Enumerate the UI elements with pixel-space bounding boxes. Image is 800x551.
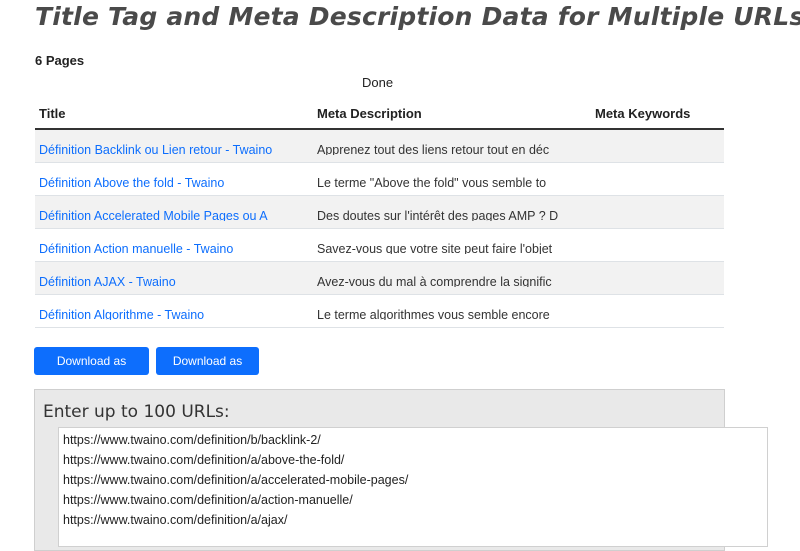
title-link[interactable]: Définition AJAX - Twaino	[39, 274, 297, 287]
download-html-button[interactable]: Download as HTML	[34, 347, 149, 396]
meta-description-cell: Apprenez tout des liens retour tout en d…	[317, 143, 550, 155]
title-link[interactable]: Définition Accelerated Mobile Pages ou A	[39, 208, 297, 221]
column-header-meta-keywords: Meta Keywords	[595, 106, 691, 121]
url-line: https://www.twaino.com/definition/a/ajax…	[63, 513, 288, 527]
title-link[interactable]: Définition Action manuelle - Twaino	[39, 241, 297, 254]
title-link[interactable]: Définition Above the fold - Twaino	[39, 175, 297, 188]
page-title: Title Tag and Meta Description Data for …	[35, 2, 800, 31]
url-line: https://www.twaino.com/definition/a/acce…	[63, 473, 409, 487]
table-row: Définition Action manuelle - Twaino Save…	[35, 229, 724, 262]
url-input-panel: Enter up to 100 URLs: https://www.twaino…	[34, 389, 768, 551]
meta-description-cell: Des doutes sur l'intérêt des pages AMP ?…	[317, 209, 559, 221]
meta-description-cell: Avez-vous du mal à comprendre la signifi…	[317, 275, 552, 287]
page-count: 6 Pages	[35, 53, 85, 68]
status-text: Done	[362, 75, 394, 90]
table-row: Définition Above the fold - Twaino Le te…	[35, 163, 724, 196]
url-line: https://www.twaino.com/definition/a/abov…	[63, 453, 345, 467]
column-header-title: Title	[39, 106, 66, 121]
title-link[interactable]: Définition Backlink ou Lien retour - Twa…	[39, 142, 297, 155]
meta-description-cell: Le terme "Above the fold" vous semble to	[317, 176, 547, 188]
url-input-label: Enter up to 100 URLs:	[43, 402, 230, 422]
table-header: Title Meta Description Meta Keywords	[35, 97, 724, 130]
download-xls-button[interactable]: Download as XLS	[156, 347, 259, 396]
column-header-meta-description: Meta Description	[317, 106, 422, 121]
meta-description-cell: Le terme algorithmes vous semble encore	[317, 308, 550, 320]
url-line: https://www.twaino.com/definition/a/acti…	[63, 493, 353, 507]
table-row: Définition AJAX - Twaino Avez-vous du ma…	[35, 262, 724, 295]
results-table: Title Meta Description Meta Keywords Déf…	[35, 97, 724, 328]
meta-description-cell: Savez-vous que votre site peut faire l'o…	[317, 242, 553, 254]
table-row: Définition Accelerated Mobile Pages ou A…	[35, 196, 724, 229]
title-link[interactable]: Définition Algorithme - Twaino	[39, 307, 297, 320]
table-row: Définition Algorithme - Twaino Le terme …	[35, 295, 724, 328]
table-row: Définition Backlink ou Lien retour - Twa…	[35, 130, 724, 163]
url-textarea[interactable]: https://www.twaino.com/definition/b/back…	[58, 427, 768, 547]
url-line: https://www.twaino.com/definition/b/back…	[63, 433, 321, 447]
